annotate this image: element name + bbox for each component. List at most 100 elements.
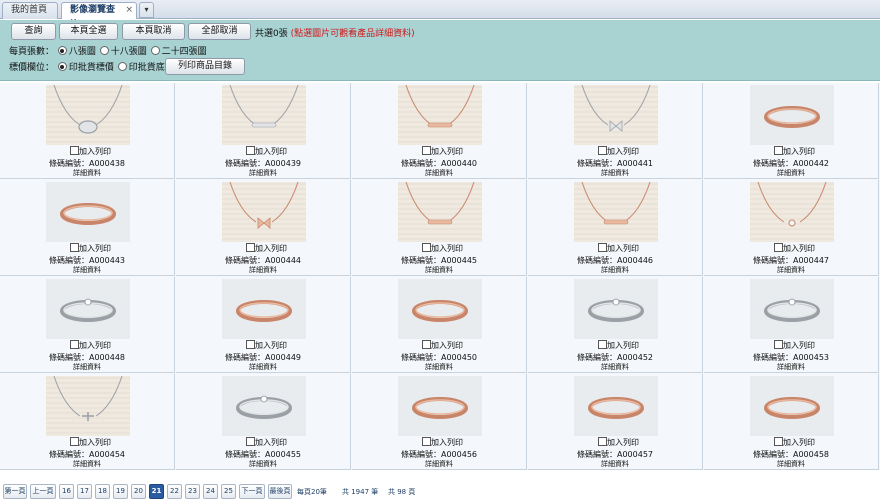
- page-button[interactable]: 24: [203, 484, 218, 499]
- checkbox-box[interactable]: [246, 437, 255, 446]
- detail-link[interactable]: 詳細資料: [0, 362, 174, 372]
- product-image[interactable]: [398, 279, 482, 339]
- page-button[interactable]: 17: [77, 484, 92, 499]
- add-print-checkbox[interactable]: 加入列印: [422, 146, 463, 157]
- product-image[interactable]: [574, 85, 658, 145]
- product-image[interactable]: [222, 182, 306, 242]
- query-button[interactable]: 查詢: [11, 23, 56, 40]
- detail-link[interactable]: 詳細資料: [704, 265, 878, 275]
- first-page-button[interactable]: 第一頁: [3, 484, 27, 499]
- detail-link[interactable]: 詳細資料: [528, 459, 702, 469]
- radio-per-page-8[interactable]: [57, 46, 67, 55]
- add-print-checkbox[interactable]: 加入列印: [774, 146, 815, 157]
- page-button[interactable]: 22: [167, 484, 182, 499]
- radio-per-page-24[interactable]: [150, 46, 160, 55]
- checkbox-box[interactable]: [774, 243, 783, 252]
- add-print-checkbox[interactable]: 加入列印: [246, 340, 287, 351]
- detail-link[interactable]: 詳細資料: [176, 459, 350, 469]
- checkbox-box[interactable]: [422, 437, 431, 446]
- detail-link[interactable]: 詳細資料: [704, 459, 878, 469]
- cancel-page-button[interactable]: 本頁取消: [122, 23, 185, 40]
- checkbox-box[interactable]: [422, 146, 431, 155]
- page-current-button[interactable]: 21: [149, 484, 164, 499]
- add-print-checkbox[interactable]: 加入列印: [246, 146, 287, 157]
- checkbox-box[interactable]: [422, 243, 431, 252]
- product-image[interactable]: [750, 376, 834, 436]
- add-print-checkbox[interactable]: 加入列印: [70, 146, 111, 157]
- product-image[interactable]: [750, 279, 834, 339]
- detail-link[interactable]: 詳細資料: [352, 459, 526, 469]
- product-image[interactable]: [398, 85, 482, 145]
- checkbox-box[interactable]: [598, 146, 607, 155]
- radio-price-list[interactable]: [57, 62, 67, 71]
- add-print-checkbox[interactable]: 加入列印: [422, 243, 463, 254]
- add-print-checkbox[interactable]: 加入列印: [70, 340, 111, 351]
- tab-menu-dropdown-icon[interactable]: ▾: [139, 2, 154, 18]
- add-print-checkbox[interactable]: 加入列印: [598, 146, 639, 157]
- detail-link[interactable]: 詳細資料: [176, 265, 350, 275]
- add-print-checkbox[interactable]: 加入列印: [774, 340, 815, 351]
- checkbox-box[interactable]: [774, 437, 783, 446]
- detail-link[interactable]: 詳細資料: [704, 362, 878, 372]
- product-image[interactable]: [574, 376, 658, 436]
- add-print-checkbox[interactable]: 加入列印: [70, 437, 111, 448]
- page-button[interactable]: 19: [113, 484, 128, 499]
- add-print-checkbox[interactable]: 加入列印: [598, 437, 639, 448]
- cancel-all-button[interactable]: 全部取消: [188, 23, 251, 40]
- checkbox-box[interactable]: [598, 437, 607, 446]
- checkbox-box[interactable]: [774, 340, 783, 349]
- detail-link[interactable]: 詳細資料: [0, 459, 174, 469]
- print-catalog-button[interactable]: 列印商品目錄: [165, 58, 245, 75]
- last-page-button[interactable]: 最後頁: [268, 484, 292, 499]
- add-print-checkbox[interactable]: 加入列印: [598, 243, 639, 254]
- checkbox-box[interactable]: [70, 146, 79, 155]
- product-image[interactable]: [222, 376, 306, 436]
- checkbox-box[interactable]: [598, 340, 607, 349]
- checkbox-box[interactable]: [246, 340, 255, 349]
- add-print-checkbox[interactable]: 加入列印: [246, 243, 287, 254]
- product-image[interactable]: [222, 279, 306, 339]
- add-print-checkbox[interactable]: 加入列印: [246, 437, 287, 448]
- product-image[interactable]: [574, 279, 658, 339]
- detail-link[interactable]: 詳細資料: [352, 168, 526, 178]
- add-print-checkbox[interactable]: 加入列印: [598, 340, 639, 351]
- checkbox-box[interactable]: [246, 243, 255, 252]
- product-image[interactable]: [46, 376, 130, 436]
- add-print-checkbox[interactable]: 加入列印: [774, 243, 815, 254]
- add-print-checkbox[interactable]: 加入列印: [422, 437, 463, 448]
- checkbox-box[interactable]: [70, 437, 79, 446]
- tab-image-browse[interactable]: 影像瀏覽查詢×: [61, 2, 137, 30]
- radio-per-page-18[interactable]: [99, 46, 109, 55]
- add-print-checkbox[interactable]: 加入列印: [70, 243, 111, 254]
- page-button[interactable]: 25: [221, 484, 236, 499]
- select-page-button[interactable]: 本頁全選: [59, 23, 118, 40]
- detail-link[interactable]: 詳細資料: [176, 168, 350, 178]
- product-image[interactable]: [750, 85, 834, 145]
- detail-link[interactable]: 詳細資料: [0, 265, 174, 275]
- detail-link[interactable]: 詳細資料: [704, 168, 878, 178]
- add-print-checkbox[interactable]: 加入列印: [774, 437, 815, 448]
- next-page-button[interactable]: 下一頁: [239, 484, 265, 499]
- page-button[interactable]: 18: [95, 484, 110, 499]
- detail-link[interactable]: 詳細資料: [528, 362, 702, 372]
- product-image[interactable]: [46, 85, 130, 145]
- page-button[interactable]: 20: [131, 484, 146, 499]
- detail-link[interactable]: 詳細資料: [528, 265, 702, 275]
- product-image[interactable]: [398, 376, 482, 436]
- close-icon[interactable]: ×: [125, 3, 133, 18]
- detail-link[interactable]: 詳細資料: [528, 168, 702, 178]
- detail-link[interactable]: 詳細資料: [176, 362, 350, 372]
- prev-page-button[interactable]: 上一頁: [30, 484, 56, 499]
- product-image[interactable]: [574, 182, 658, 242]
- checkbox-box[interactable]: [774, 146, 783, 155]
- product-image[interactable]: [398, 182, 482, 242]
- radio-price-base[interactable]: [117, 62, 127, 71]
- checkbox-box[interactable]: [598, 243, 607, 252]
- product-image[interactable]: [46, 182, 130, 242]
- tab-home[interactable]: 我的首頁: [2, 2, 58, 19]
- detail-link[interactable]: 詳細資料: [352, 362, 526, 372]
- checkbox-box[interactable]: [246, 146, 255, 155]
- checkbox-box[interactable]: [422, 340, 431, 349]
- checkbox-box[interactable]: [70, 243, 79, 252]
- add-print-checkbox[interactable]: 加入列印: [422, 340, 463, 351]
